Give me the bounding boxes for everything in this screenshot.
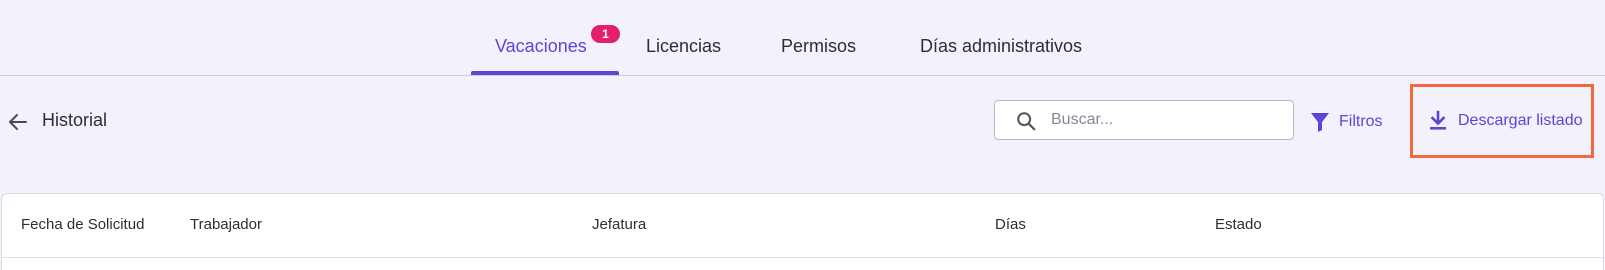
filter-icon: [1311, 113, 1329, 132]
download-list-button[interactable]: Descargar listado: [1410, 84, 1594, 158]
filters-label: Filtros: [1339, 113, 1383, 130]
back-button[interactable]: [6, 110, 30, 134]
column-header-dias[interactable]: Días: [995, 216, 1026, 233]
download-label: Descargar listado: [1458, 112, 1583, 129]
column-header-estado[interactable]: Estado: [1215, 216, 1262, 233]
page-title: Historial: [42, 110, 108, 130]
tab-dias-administrativos[interactable]: Días administrativos: [920, 36, 1082, 76]
notification-badge: 1: [591, 25, 620, 43]
arrow-left-icon: [9, 114, 27, 130]
column-header-jefatura[interactable]: Jefatura: [592, 216, 646, 233]
tab-licencias[interactable]: Licencias: [646, 36, 721, 76]
tab-label: Permisos: [781, 36, 857, 56]
column-header-trabajador[interactable]: Trabajador: [190, 216, 262, 233]
tab-label: Vacaciones: [495, 36, 587, 56]
tab-bar: Vacaciones 1 Licencias Permisos Días adm…: [0, 0, 1605, 76]
search-box[interactable]: [994, 100, 1294, 140]
page: Vacaciones 1 Licencias Permisos Días adm…: [0, 0, 1605, 270]
download-icon: [1430, 110, 1446, 130]
column-header-fecha[interactable]: Fecha de Solicitud: [21, 216, 144, 233]
tab-label: Licencias: [646, 36, 722, 56]
active-tab-indicator: [471, 71, 619, 75]
search-icon: [1017, 112, 1036, 131]
history-table: Fecha de Solicitud Trabajador Jefatura D…: [1, 193, 1604, 270]
table-header: Fecha de Solicitud Trabajador Jefatura D…: [2, 194, 1603, 258]
search-input[interactable]: [1051, 107, 1281, 133]
tab-label: Días administrativos: [920, 36, 1083, 56]
tab-vacaciones[interactable]: Vacaciones: [495, 36, 587, 76]
tab-permisos[interactable]: Permisos: [781, 36, 856, 76]
filters-button[interactable]: Filtros: [1310, 110, 1383, 134]
